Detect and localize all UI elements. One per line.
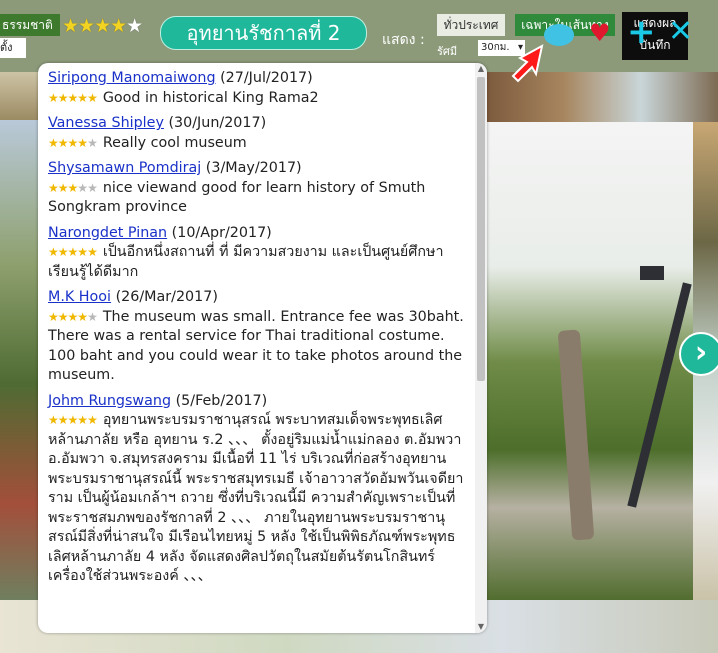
review-header: Shysamawn Pomdiraj (3/May/2017) (48, 159, 465, 179)
star-filled-icon: ★ (67, 309, 79, 324)
star-filled-icon: ★ (48, 245, 59, 259)
star-filled-icon: ★ (48, 413, 59, 427)
star-empty-icon: ★ (87, 309, 98, 324)
lamp-head (640, 266, 664, 280)
review-item: Johm Rungswang (5/Feb/2017) ★★★★★ อุทยานพร… (38, 392, 475, 593)
scroll-down-arrow-icon[interactable]: ▼ (475, 621, 487, 633)
reviewer-name-link[interactable]: Narongdet Pinan (48, 225, 167, 241)
star-filled-icon: ★ (57, 90, 69, 105)
review-item: Siripong Manomaiwong (27/Jul/2017) ★★★★★ G… (38, 63, 475, 114)
star-filled-icon: ★ (67, 135, 79, 150)
review-date: (5/Feb/2017) (175, 392, 268, 409)
review-header: Vanessa Shipley (30/Jun/2017) (48, 114, 465, 134)
reviewer-name-link[interactable]: M.K Hooi (48, 289, 111, 305)
star-filled-icon: ★ (67, 90, 79, 105)
review-header: Siripong Manomaiwong (27/Jul/2017) (48, 69, 465, 89)
review-item: Narongdet Pinan (10/Apr/2017) ★★★★★ เป็นอี… (38, 224, 475, 289)
star-filled-icon: ★ (57, 413, 69, 427)
filter-all-button[interactable]: ทั่วประเทศ (437, 14, 505, 36)
close-icon[interactable]: ✕ (668, 14, 693, 50)
scroll-thumb[interactable] (477, 77, 485, 381)
review-item: M.K Hooi (26/Mar/2017) ★★★★★ The museum wa… (38, 288, 475, 392)
heart-icon[interactable]: ♥ (589, 20, 611, 46)
photo-left (0, 120, 40, 600)
star-filled-icon: ★ (77, 413, 88, 427)
review-text: เป็นอีกหนึ่งสถานที่ ที่ มีความสวยงาม และ… (48, 244, 444, 280)
star-filled-icon: ★ (48, 180, 59, 195)
review-stars: ★★★★★ (48, 309, 98, 324)
review-body: ★★★★★ Really cool museum (48, 134, 465, 154)
review-text: nice viewand good for learn history of S… (48, 179, 426, 216)
review-text: Really cool museum (102, 134, 247, 151)
review-header: M.K Hooi (26/Mar/2017) (48, 288, 465, 308)
star-filled-icon: ★ (57, 245, 69, 259)
star-filled-icon: ★ (77, 245, 88, 259)
star-filled-icon: ★ (57, 180, 69, 195)
place-title: อุทยานรัชกาลที่ 2 (160, 16, 367, 50)
star-filled-icon: ★ (77, 90, 88, 105)
reviews-popup: Siripong Manomaiwong (27/Jul/2017) ★★★★★ G… (38, 63, 487, 633)
review-date: (27/Jul/2017) (220, 70, 313, 86)
review-stars: ★★★★★ (48, 413, 98, 427)
reviewer-name-link[interactable]: Siripong Manomaiwong (48, 70, 216, 86)
star-filled-icon: ★ (67, 180, 79, 195)
review-stars: ★★★★★ (48, 135, 98, 150)
review-item: Vanessa Shipley (30/Jun/2017) ★★★★★ Really… (38, 114, 475, 159)
chevron-right-icon[interactable]: › (679, 332, 718, 376)
review-text: The museum was small. Entrance fee was 3… (48, 308, 464, 384)
show-label: แสดง : (382, 32, 425, 48)
scroll-up-arrow-icon[interactable]: ▲ (475, 63, 487, 75)
star-filled-icon: ★ (87, 413, 98, 427)
review-date: (10/Apr/2017) (171, 224, 272, 241)
reviewer-name-link[interactable]: Johm Rungswang (48, 393, 171, 409)
review-body: ★★★★★ The museum was small. Entrance fee … (48, 308, 465, 386)
star-filled-icon: ★ (48, 90, 59, 105)
plus-icon[interactable]: + (627, 14, 656, 50)
radius-value: 30กม. (481, 42, 510, 53)
reviewer-name-link[interactable]: Vanessa Shipley (48, 115, 164, 131)
review-stars: ★★★★★ (48, 90, 98, 105)
star-filled-icon: ★ (67, 413, 79, 427)
rating-stars: ★★★★★ (62, 15, 143, 37)
star-filled-icon: ★ (57, 135, 69, 150)
star-filled-icon: ★ (48, 135, 59, 150)
star-filled-icon: ★ (87, 90, 98, 105)
scrollbar[interactable]: ▲ ▼ (475, 63, 487, 633)
review-body: ★★★★★ nice viewand good for learn history… (48, 179, 465, 218)
top-bar: ธรรมชาติ ★★★★★ ตั้ง อุทยานรัชกาลที่ 2 แส… (0, 0, 718, 72)
review-date: (3/May/2017) (205, 160, 302, 176)
star-filled-icon: ★ (87, 245, 98, 259)
category-tag[interactable]: ธรรมชาติ (0, 14, 60, 36)
review-item: Shysamawn Pomdiraj (3/May/2017) ★★★★★ nice… (38, 159, 475, 224)
star-filled-icon: ★ (77, 135, 88, 150)
red-arrow-icon (511, 44, 544, 83)
review-body: ★★★★★ เป็นอีกหนึ่งสถานที่ ที่ มีความสวยงา… (48, 243, 465, 282)
star-filled-icon: ★ (57, 309, 69, 324)
star-empty-icon: ★ (77, 180, 88, 195)
star-empty-icon: ★ (87, 135, 98, 150)
review-text: อุทยานพระบรมราชานุสรณ์ พระบาทสมเด็จพระพุ… (48, 412, 464, 584)
radius-label: รัศมี (437, 45, 458, 58)
review-text: Good in historical King Rama2 (102, 89, 319, 106)
review-list[interactable]: Siripong Manomaiwong (27/Jul/2017) ★★★★★ G… (38, 63, 475, 633)
review-header: Johm Rungswang (5/Feb/2017) (48, 392, 465, 412)
star-filled-icon: ★ (67, 245, 79, 259)
star-filled-icon: ★ (77, 309, 88, 324)
review-date: (30/Jun/2017) (168, 115, 267, 131)
reviewer-name-link[interactable]: Shysamawn Pomdiraj (48, 160, 201, 176)
sub-tab[interactable]: ตั้ง (0, 38, 26, 58)
review-body: ★★★★★ Good in historical King Rama2 (48, 89, 465, 109)
review-stars: ★★★★★ (48, 180, 98, 195)
star-empty-icon: ★ (87, 180, 98, 195)
review-stars: ★★★★★ (48, 245, 98, 259)
review-header: Narongdet Pinan (10/Apr/2017) (48, 224, 465, 244)
review-body: ★★★★★ อุทยานพระบรมราชานุสรณ์ พระบาทสมเด็จ… (48, 411, 465, 587)
review-date: (26/Mar/2017) (115, 289, 218, 305)
star-filled-icon: ★ (48, 309, 59, 324)
